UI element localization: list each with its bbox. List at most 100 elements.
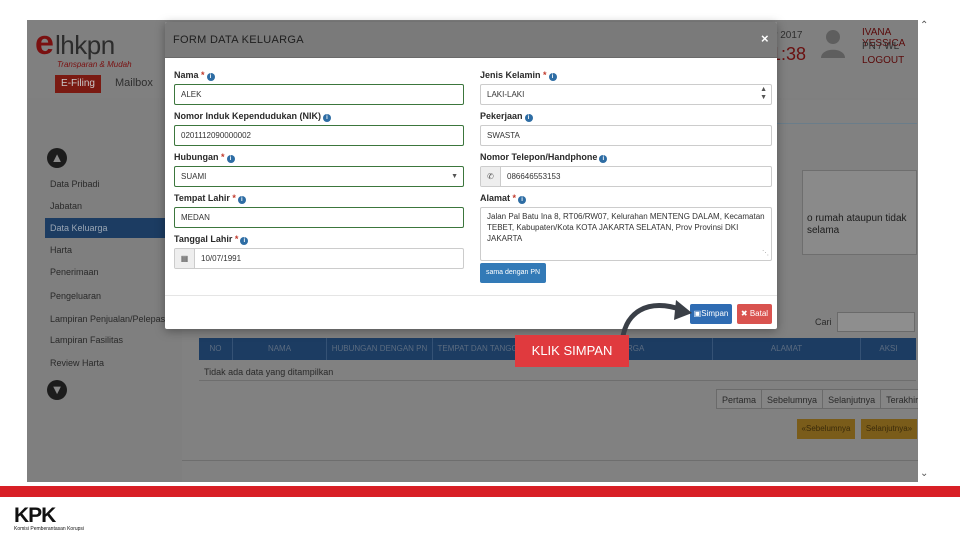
logo-tagline: Transparan & Mudah <box>57 60 132 69</box>
nama-input[interactable]: ALEK <box>174 84 464 105</box>
sebelumnya-button[interactable]: «Sebelumnya <box>797 419 855 439</box>
jenis-kelamin-value: LAKI-LAKI <box>487 90 525 99</box>
sidebar-item-review-harta[interactable]: Review Harta <box>45 353 173 373</box>
modal-header: FORM DATA KELUARGA × <box>165 22 777 58</box>
pager-next[interactable]: Selanjutnya <box>822 389 882 409</box>
info-icon: i <box>548 73 557 81</box>
th-nama: NAMA <box>233 338 327 360</box>
updown-caret-icon: ▲ ▼ <box>760 86 767 101</box>
th-alamat: ALAMAT <box>713 338 861 360</box>
phone-icon: ✆ <box>481 167 501 186</box>
info-icon: i <box>237 196 246 204</box>
klik-simpan-callout: KLIK SIMPAN <box>515 335 629 367</box>
nav-mailbox[interactable]: Mailbox <box>115 77 153 89</box>
search-label: Cari <box>815 317 832 327</box>
close-icon[interactable]: × <box>761 31 769 46</box>
scroll-up-icon[interactable]: ⌃ <box>920 20 928 31</box>
sidebar-item-data-pribadi[interactable]: Data Pribadi <box>45 174 173 194</box>
hubungan-value: SUAMI <box>181 172 207 181</box>
kpk-logo: KPK Komisi Pemberantasan Korupsi <box>14 504 94 534</box>
pekerjaan-label-text: Pekerjaan <box>480 111 523 121</box>
jenis-kelamin-select[interactable]: LAKI-LAKI ▲ ▼ <box>480 84 772 105</box>
tempat-lahir-label: Tempat Lahir * i <box>174 193 246 204</box>
sidebar-item-lampiran-fasilitas[interactable]: Lampiran Fasilitas <box>45 330 173 350</box>
jenis-kelamin-label: Jenis Kelamin * i <box>480 70 557 81</box>
sidebar-item-data-keluarga[interactable]: Data Keluarga <box>45 218 173 238</box>
calendar-icon[interactable]: ▦ <box>175 249 195 268</box>
tanggal-lahir-label: Tanggal Lahir * i <box>174 234 249 245</box>
modal-title: FORM DATA KELUARGA <box>173 34 304 46</box>
info-icon: i <box>599 155 608 163</box>
kpk-logo-text: KPK <box>14 504 56 527</box>
sidebar-down-arrow-icon[interactable]: ▼ <box>47 380 67 400</box>
sidebar-up-arrow-icon[interactable]: ▲ <box>47 148 67 168</box>
chevron-down-icon: ▼ <box>451 173 458 180</box>
pager-prev[interactable]: Sebelumnya <box>761 389 824 409</box>
sidebar-item-harta[interactable]: Harta <box>45 240 173 260</box>
elhkpn-logo: e lhkpn Transparan & Mudah <box>35 26 145 74</box>
nav-efiling[interactable]: E-Filing <box>55 75 101 93</box>
alamat-textarea[interactable]: Jalan Pal Batu Ina 8, RT06/RW07, Kelurah… <box>480 207 772 261</box>
telepon-label: Nomor Telepon/Handphone i <box>480 152 608 163</box>
hubungan-label: Hubungan * i <box>174 152 235 163</box>
sidebar-item-jabatan[interactable]: Jabatan <box>45 196 173 216</box>
selanjutnya-button[interactable]: Selanjutnya» <box>861 419 917 439</box>
pekerjaan-label: Pekerjaan i <box>480 111 533 122</box>
pager-first[interactable]: Pertama <box>716 389 763 409</box>
scroll-down-icon[interactable]: ⌄ <box>920 468 928 479</box>
form-data-keluarga-modal: FORM DATA KELUARGA × Nama * i ALEK Nomor … <box>165 22 777 329</box>
hubungan-select[interactable]: SUAMI ▼ <box>174 166 464 187</box>
nama-label: Nama * i <box>174 70 215 81</box>
batal-button[interactable]: ✖ Batal <box>737 304 772 324</box>
tempat-lahir-input[interactable]: MEDAN <box>174 207 464 228</box>
logo-text: lhkpn <box>55 30 115 60</box>
content-bottom-divider <box>182 460 932 461</box>
required-marker: * <box>234 234 239 244</box>
telepon-input[interactable]: ✆ 086646553153 <box>480 166 772 187</box>
info-icon: i <box>206 73 215 81</box>
batal-label: Batal <box>749 309 769 318</box>
th-no: NO <box>199 338 233 360</box>
window-scrollbar[interactable]: ⌃ ⌄ <box>918 20 932 482</box>
search-input[interactable] <box>837 312 915 332</box>
alamat-label: Alamat * i <box>480 193 527 204</box>
logout-link[interactable]: LOGOUT <box>862 55 904 66</box>
required-marker: * <box>543 70 547 80</box>
alamat-value: Jalan Pal Batu Ina 8, RT06/RW07, Kelurah… <box>487 212 765 243</box>
sidebar-item-pengeluaran[interactable]: Pengeluaran <box>45 286 173 306</box>
th-aksi: AKSI <box>879 344 898 353</box>
required-marker: * <box>201 70 205 80</box>
info-icon: i <box>240 237 249 245</box>
alamat-label-text: Alamat <box>480 193 511 203</box>
table-empty-text: Tidak ada data yang ditampilkan <box>204 367 334 377</box>
required-marker: * <box>232 193 236 203</box>
kpk-logo-subtitle: Komisi Pemberantasan Korupsi <box>14 526 85 532</box>
nik-label-text: Nomor Induk Kependudukan (NIK) <box>174 111 321 121</box>
sidebar-item-lampiran-penjualan[interactable]: Lampiran Penjualan/Pelepasan <box>45 309 173 329</box>
notice-box: o rumah ataupun tidak selama <box>802 170 917 255</box>
nama-label-text: Nama <box>174 70 199 80</box>
logo-letter: e <box>35 24 54 62</box>
sama-dengan-pn-button[interactable]: sama dengan PN <box>480 263 546 283</box>
cancel-x-icon: ✖ <box>740 309 748 318</box>
user-role: PN / WL <box>862 41 900 52</box>
hubungan-label-text: Hubungan <box>174 152 219 162</box>
required-marker: * <box>512 193 517 203</box>
required-marker: * <box>221 152 225 162</box>
info-icon: i <box>518 196 527 204</box>
tanggal-lahir-input[interactable]: ▦ 10/07/1991 <box>174 248 464 269</box>
sidebar-item-penerimaan[interactable]: Penerimaan <box>45 262 173 282</box>
info-icon: i <box>524 114 533 122</box>
user-icon <box>821 30 845 58</box>
resize-grip-icon[interactable]: ⋱ <box>762 248 769 259</box>
pekerjaan-input[interactable]: SWASTA <box>480 125 772 146</box>
nik-input[interactable]: 0201112090000002 <box>174 125 464 146</box>
telepon-label-text: Nomor Telepon/Handphone <box>480 152 598 162</box>
tanggal-lahir-value: 10/07/1991 <box>201 254 242 263</box>
info-icon: i <box>226 155 235 163</box>
tanggal-lahir-label-text: Tanggal Lahir <box>174 234 233 244</box>
telepon-value: 086646553153 <box>507 172 561 181</box>
footer-red-bar <box>0 486 960 497</box>
simpan-label: Simpan <box>701 309 729 318</box>
jenis-kelamin-label-text: Jenis Kelamin <box>480 70 541 80</box>
